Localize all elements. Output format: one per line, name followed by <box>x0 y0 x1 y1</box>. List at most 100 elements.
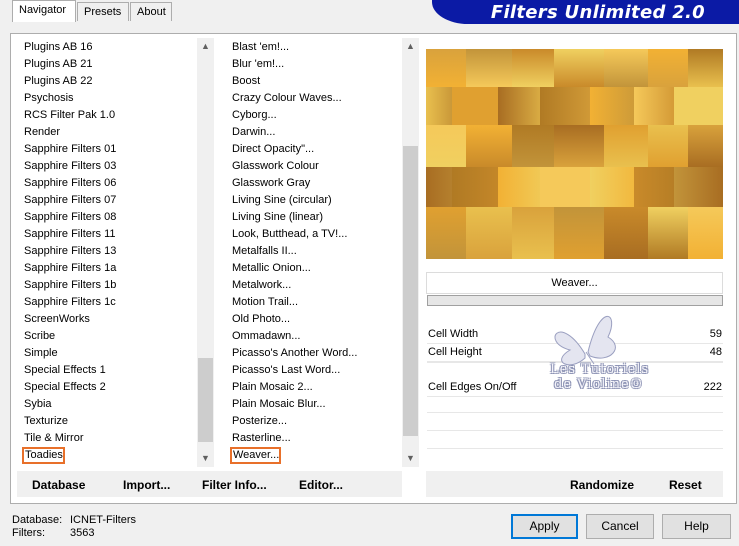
filters-list-item[interactable]: Crazy Colour Waves... <box>230 90 342 107</box>
categories-list-item[interactable]: Sapphire Filters 03 <box>22 158 116 175</box>
preview-tile <box>554 49 604 87</box>
filters-list-item[interactable]: Picasso's Last Word... <box>230 362 340 379</box>
categories-list-item[interactable]: Plugins AB 21 <box>22 56 93 73</box>
cancel-button-label: Cancel <box>601 519 639 533</box>
tab-presets-label: Presets <box>84 6 122 18</box>
categories-list-item[interactable]: Tile & Mirror <box>22 430 83 447</box>
filters-list-item[interactable]: Darwin... <box>230 124 275 141</box>
param-label: Cell Height <box>428 346 482 358</box>
category-list[interactable]: Plugins AB 16 Plugins AB 21 Plugins AB 22 P… <box>22 38 196 465</box>
filters-list-item[interactable]: Motion Trail... <box>230 294 298 311</box>
filters-list-item[interactable]: Posterize... <box>230 413 287 430</box>
categories-list-item[interactable]: Plugins AB 16 <box>22 39 93 56</box>
preview-tile <box>648 125 688 167</box>
categories-list-item[interactable]: RCS Filter Pak 1.0 <box>22 107 115 124</box>
filter-control-bar[interactable] <box>427 295 723 306</box>
filter-title: Weaver... <box>551 277 598 289</box>
filters-list-item[interactable]: Ommadawn... <box>230 328 300 345</box>
category-scroll-thumb[interactable] <box>198 358 213 442</box>
preview-tile <box>604 125 648 167</box>
database-label: Database: <box>12 514 63 526</box>
categories-list-item[interactable]: Sapphire Filters 01 <box>22 141 116 158</box>
categories-list-item[interactable]: Simple <box>22 345 58 362</box>
preview-tile <box>688 207 723 259</box>
filters-list-item[interactable]: Plain Mosaic 2... <box>230 379 313 396</box>
scroll-down-icon[interactable]: ▼ <box>402 450 419 467</box>
tab-presets[interactable]: Presets <box>77 2 129 21</box>
filters-list-item[interactable]: Boost <box>230 73 260 90</box>
categories-list-item[interactable]: Sapphire Filters 1a <box>22 260 116 277</box>
param-row-cell-edges[interactable]: Cell Edges On/Off 222 <box>427 379 723 397</box>
categories-list-item[interactable]: Sapphire Filters 13 <box>22 243 116 260</box>
scroll-down-icon[interactable]: ▼ <box>197 450 214 467</box>
editor-button[interactable]: Editor... <box>299 478 343 492</box>
preview-tile <box>604 207 648 259</box>
preview-tile <box>426 207 466 259</box>
import-button[interactable]: Import... <box>123 478 170 492</box>
filters-list-item[interactable]: Metalwork... <box>230 277 291 294</box>
filter-info-button[interactable]: Filter Info... <box>202 478 267 492</box>
categories-list-item[interactable]: Scribe <box>22 328 55 345</box>
apply-button-label: Apply <box>529 519 560 533</box>
filters-list-item[interactable]: Old Photo... <box>230 311 290 328</box>
param-value: 48 <box>709 346 722 358</box>
filters-list-item[interactable]: Blur 'em!... <box>230 56 284 73</box>
filters-list-item[interactable]: Cyborg... <box>230 107 277 124</box>
categories-list-item-selected[interactable]: Toadies <box>22 447 65 464</box>
categories-list-item[interactable]: Texturize <box>22 413 68 430</box>
categories-list-item[interactable]: Render <box>22 124 60 141</box>
categories-list-item[interactable]: Sapphire Filters 1b <box>22 277 116 294</box>
filter-scroll-thumb[interactable] <box>403 146 418 436</box>
database-value: ICNET-Filters <box>70 514 136 526</box>
filters-list-item[interactable]: Rasterline... <box>230 430 291 447</box>
title-banner: Filters Unlimited 2.0 <box>432 0 739 24</box>
categories-list-item[interactable]: Sapphire Filters 06 <box>22 175 116 192</box>
category-scrollbar[interactable]: ▲ ▼ <box>197 38 214 467</box>
cancel-button[interactable]: Cancel <box>586 514 654 539</box>
randomize-button[interactable]: Randomize <box>570 478 634 492</box>
reset-button[interactable]: Reset <box>669 478 702 492</box>
categories-list-item[interactable]: Plugins AB 22 <box>22 73 93 90</box>
preview-tile <box>554 125 604 167</box>
database-button[interactable]: Database <box>32 478 85 492</box>
scroll-up-icon[interactable]: ▲ <box>197 38 214 55</box>
filter-list[interactable]: Blast 'em!... Blur 'em!... Boost Crazy Colo… <box>230 38 402 465</box>
filters-list-item[interactable]: Plain Mosaic Blur... <box>230 396 326 413</box>
filter-title-box: Weaver... <box>426 272 723 294</box>
help-button-label: Help <box>684 519 709 533</box>
categories-list-item[interactable]: Special Effects 1 <box>22 362 106 379</box>
param-row-cell-height[interactable]: Cell Height 48 <box>427 344 723 362</box>
filters-list-item[interactable]: Blast 'em!... <box>230 39 289 56</box>
help-button[interactable]: Help <box>662 514 731 539</box>
apply-button[interactable]: Apply <box>511 514 578 539</box>
categories-list-item[interactable]: Sapphire Filters 11 <box>22 226 116 243</box>
filters-list-item[interactable]: Living Sine (linear) <box>230 209 323 226</box>
filters-list-item[interactable]: Picasso's Another Word... <box>230 345 357 362</box>
categories-list-item[interactable]: Sapphire Filters 1c <box>22 294 116 311</box>
filters-list-item[interactable]: Glasswork Colour <box>230 158 319 175</box>
filter-scrollbar[interactable]: ▲ ▼ <box>402 38 419 467</box>
categories-list-item[interactable]: Sybia <box>22 396 52 413</box>
filters-list-item[interactable]: Metalfalls II... <box>230 243 297 260</box>
categories-list-item[interactable]: Sapphire Filters 08 <box>22 209 116 226</box>
tab-navigator[interactable]: Navigator <box>12 0 76 22</box>
filters-list-item[interactable]: Direct Opacity"... <box>230 141 314 158</box>
categories-list-item[interactable]: Sapphire Filters 07 <box>22 192 116 209</box>
categories-list-item[interactable]: ScreenWorks <box>22 311 90 328</box>
tab-navigator-label: Navigator <box>19 4 67 16</box>
preview-tile <box>688 125 723 167</box>
filters-list-item[interactable]: Glasswork Gray <box>230 175 310 192</box>
categories-list-item[interactable]: Special Effects 2 <box>22 379 106 396</box>
filters-list-item[interactable]: Living Sine (circular) <box>230 192 332 209</box>
filters-list-item-selected[interactable]: Weaver... <box>230 447 282 464</box>
param-row-cell-width[interactable]: Cell Width 59 <box>427 326 723 344</box>
filters-list-item[interactable]: Metallic Onion... <box>230 260 311 277</box>
filters-count-value: 3563 <box>70 527 95 539</box>
scroll-up-icon[interactable]: ▲ <box>402 38 419 55</box>
param-divider <box>427 430 723 431</box>
filters-list-item[interactable]: Look, Butthead, a TV!... <box>230 226 347 243</box>
categories-list-item[interactable]: Psychosis <box>22 90 74 107</box>
param-label: Cell Edges On/Off <box>428 381 517 393</box>
preview-tile <box>648 207 688 259</box>
tab-about[interactable]: About <box>130 2 172 21</box>
